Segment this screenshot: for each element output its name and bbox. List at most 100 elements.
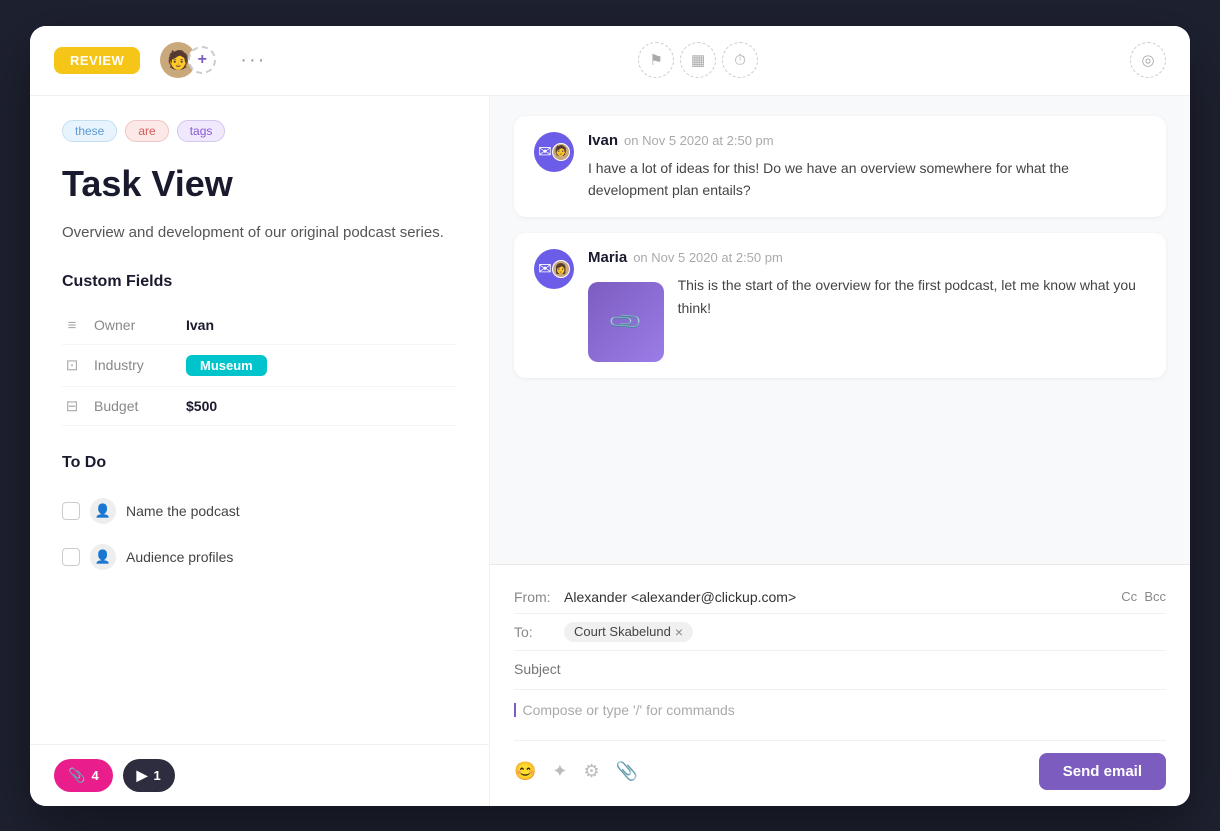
- clock-button[interactable]: ⏱: [722, 42, 758, 78]
- field-owner: ≡ Owner Ivan: [62, 307, 457, 345]
- industry-icon: ⊡: [62, 356, 82, 374]
- subject-input[interactable]: [514, 661, 1166, 677]
- eye-icon: ◎: [1141, 51, 1154, 69]
- task-title: Task View: [62, 162, 457, 205]
- cc-bcc-label[interactable]: Cc Bcc: [1121, 589, 1166, 604]
- left-panel-content: these are tags Task View Overview and de…: [30, 96, 489, 744]
- flag-button[interactable]: ⚑: [638, 42, 674, 78]
- calendar-button[interactable]: ▦: [680, 42, 716, 78]
- attach-icon[interactable]: 📎: [616, 761, 638, 782]
- tag-tags[interactable]: tags: [177, 120, 226, 142]
- comment-author-maria: Maria: [588, 249, 627, 266]
- to-recipient-name: Court Skabelund: [574, 624, 671, 639]
- custom-fields: Custom Fields ≡ Owner Ivan ⊡ Industry Mu…: [62, 273, 457, 426]
- comment-avatar-ivan: ✉ 🧑: [534, 132, 574, 172]
- badge-dark-count: 1: [153, 768, 160, 783]
- field-budget: ⊟ Budget $500: [62, 387, 457, 426]
- budget-value: $500: [186, 398, 217, 414]
- cursor: [514, 703, 516, 717]
- avatar-group: 🧑 +: [160, 42, 216, 78]
- clock-icon: ⏱: [734, 52, 746, 69]
- from-value: Alexander <alexander@clickup.com>: [564, 589, 1121, 605]
- todo-avatar-1: 👤: [90, 544, 116, 570]
- tag-these[interactable]: these: [62, 120, 117, 142]
- maria-small-avatar: 👩: [552, 260, 570, 278]
- field-industry: ⊡ Industry Museum: [62, 345, 457, 387]
- owner-label: Owner: [94, 317, 174, 333]
- comment-text-ivan: I have a lot of ideas for this! Do we ha…: [588, 157, 1146, 202]
- email-toolbar: 😊 ✦ ⚙ 📎 Send email: [514, 740, 1166, 790]
- todo-title: To Do: [62, 454, 457, 472]
- custom-fields-title: Custom Fields: [62, 273, 457, 291]
- comment-header-ivan: Ivan on Nov 5 2020 at 2:50 pm: [588, 132, 1146, 149]
- todo-checkbox-1[interactable]: [62, 548, 80, 566]
- tags-row: these are tags: [62, 120, 457, 142]
- send-email-button[interactable]: Send email: [1039, 753, 1166, 790]
- right-panel: ✉ 🧑 Ivan on Nov 5 2020 at 2:50 pm I have…: [490, 96, 1190, 806]
- email-compose: From: Alexander <alexander@clickup.com> …: [490, 564, 1190, 806]
- owner-value: Ivan: [186, 317, 214, 333]
- sparkle-icon[interactable]: ✦: [552, 761, 567, 782]
- comment-time-maria: on Nov 5 2020 at 2:50 pm: [633, 250, 783, 265]
- more-options-button[interactable]: ···: [240, 49, 266, 72]
- comment-ivan: ✉ 🧑 Ivan on Nov 5 2020 at 2:50 pm I have…: [514, 116, 1166, 218]
- todo-label-0: Name the podcast: [126, 503, 240, 519]
- email-from-row: From: Alexander <alexander@clickup.com> …: [514, 581, 1166, 614]
- comment-avatar-maria: ✉ 👩: [534, 249, 574, 289]
- add-avatar-button[interactable]: +: [188, 46, 216, 74]
- remove-recipient-button[interactable]: ×: [675, 624, 683, 640]
- bcc-label: Bcc: [1144, 589, 1166, 604]
- todo-label-1: Audience profiles: [126, 549, 233, 565]
- comment-maria: ✉ 👩 Maria on Nov 5 2020 at 2:50 pm 📎: [514, 233, 1166, 378]
- envelope-icon: ✉: [538, 142, 551, 162]
- figma-icon: 📎: [68, 767, 85, 784]
- todo-avatar-0: 👤: [90, 498, 116, 524]
- main-content: these are tags Task View Overview and de…: [30, 96, 1190, 806]
- left-panel: these are tags Task View Overview and de…: [30, 96, 490, 806]
- badge-pink-button[interactable]: 📎 4: [54, 759, 113, 792]
- to-chip[interactable]: Court Skabelund ×: [564, 622, 693, 642]
- ivan-small-avatar: 🧑: [552, 143, 570, 161]
- toolbar: REVIEW 🧑 + ··· ⚑ ▦ ⏱ ◎: [30, 26, 1190, 96]
- todo-item-1: 👤 Audience profiles: [62, 534, 457, 580]
- subject-row: [514, 651, 1166, 690]
- todo-checkbox-0[interactable]: [62, 502, 80, 520]
- comments-area: ✉ 🧑 Ivan on Nov 5 2020 at 2:50 pm I have…: [490, 96, 1190, 564]
- toolbar-icons: ⚑ ▦ ⏱: [638, 42, 758, 78]
- envelope-icon-maria: ✉: [538, 259, 551, 279]
- footer-badges: 📎 4 ▶ 1: [30, 744, 489, 806]
- badge-dark-button[interactable]: ▶ 1: [123, 759, 175, 792]
- comment-header-maria: Maria on Nov 5 2020 at 2:50 pm: [588, 249, 1146, 266]
- owner-icon: ≡: [62, 317, 82, 334]
- comment-body-maria: Maria on Nov 5 2020 at 2:50 pm 📎 This is…: [588, 249, 1146, 362]
- emoji-icon[interactable]: 😊: [514, 761, 536, 782]
- calendar-icon: ▦: [691, 51, 705, 69]
- budget-label: Budget: [94, 398, 174, 414]
- task-description: Overview and development of our original…: [62, 221, 457, 245]
- settings-icon[interactable]: ⚙: [584, 761, 600, 782]
- paperclip-icon: 📎: [607, 303, 645, 341]
- framer-icon: ▶: [137, 767, 148, 784]
- comment-body-ivan: Ivan on Nov 5 2020 at 2:50 pm I have a l…: [588, 132, 1146, 202]
- to-label: To:: [514, 624, 564, 640]
- attachment-preview[interactable]: 📎: [588, 282, 664, 362]
- compose-area[interactable]: Compose or type '/' for commands: [514, 690, 1166, 740]
- todo-item-0: 👤 Name the podcast: [62, 488, 457, 534]
- industry-badge[interactable]: Museum: [186, 355, 267, 376]
- industry-label: Industry: [94, 357, 174, 373]
- tag-are[interactable]: are: [125, 120, 168, 142]
- comment-text-maria: This is the start of the overview for th…: [678, 274, 1146, 319]
- comment-time-ivan: on Nov 5 2020 at 2:50 pm: [624, 133, 774, 148]
- badge-pink-count: 4: [91, 768, 98, 783]
- comment-attachment-row: 📎 This is the start of the overview for …: [588, 274, 1146, 362]
- comment-author-ivan: Ivan: [588, 132, 618, 149]
- from-label: From:: [514, 589, 564, 605]
- budget-icon: ⊟: [62, 397, 82, 415]
- flag-icon: ⚑: [649, 51, 662, 69]
- eye-button[interactable]: ◎: [1130, 42, 1166, 78]
- compose-placeholder: Compose or type '/' for commands: [522, 702, 734, 718]
- review-badge: REVIEW: [54, 47, 140, 74]
- todo-section: To Do 👤 Name the podcast 👤 Audience prof…: [62, 454, 457, 580]
- cc-label: Cc: [1121, 589, 1137, 604]
- email-to-row: To: Court Skabelund ×: [514, 614, 1166, 651]
